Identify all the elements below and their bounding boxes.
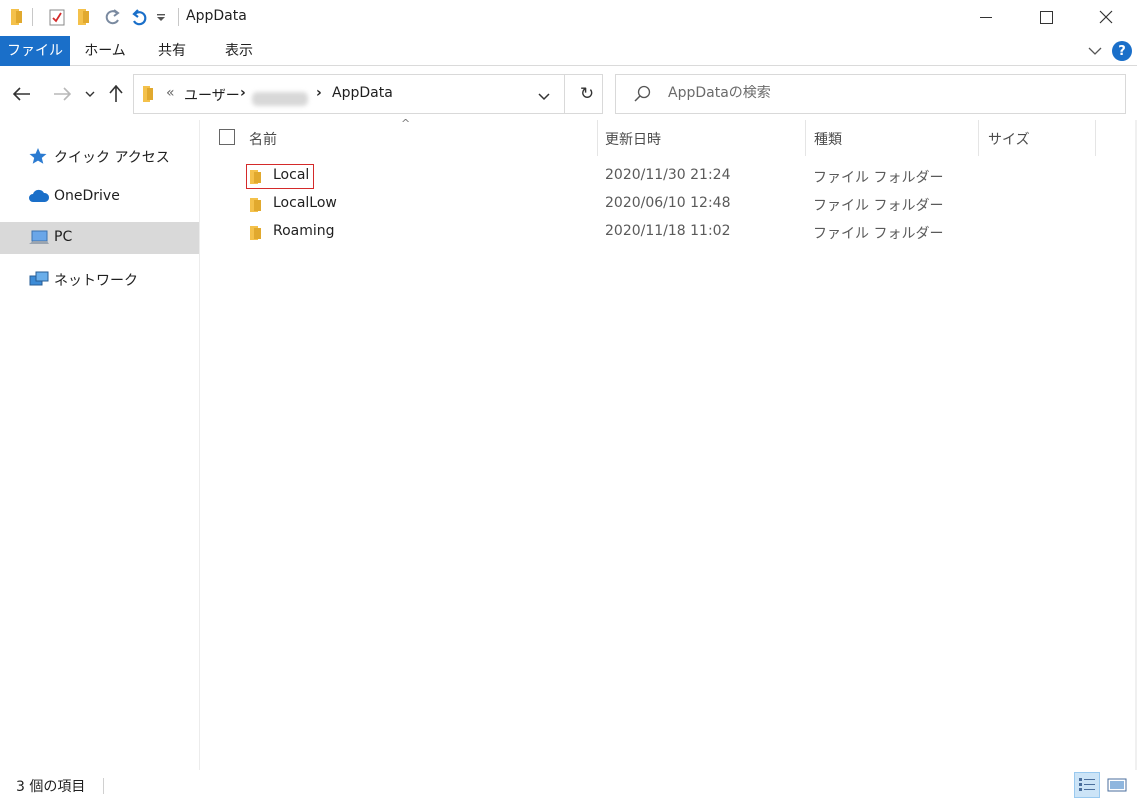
tab-view[interactable]: 表示 — [210, 36, 268, 66]
ribbon: ファイル ホーム 共有 表示 ? — [0, 36, 1137, 66]
close-icon — [1099, 10, 1113, 24]
breadcrumb-overflow[interactable]: « — [166, 85, 175, 101]
file-modified: 2020/06/10 12:48 — [605, 195, 731, 211]
column-divider[interactable] — [1095, 120, 1096, 156]
column-header-label: 種類 — [814, 132, 842, 148]
status-bar: 3 個の項目 — [0, 770, 1137, 800]
tab-home[interactable]: ホーム — [76, 36, 134, 66]
file-type: ファイル フォルダー — [813, 226, 944, 242]
new-folder-icon[interactable] — [74, 6, 94, 28]
sidebar-item-label: PC — [54, 229, 73, 245]
computer-icon — [28, 229, 49, 247]
minimize-icon — [980, 17, 992, 18]
back-button[interactable] — [10, 80, 34, 108]
column-header-size[interactable]: サイズ — [979, 120, 1095, 156]
arrow-left-icon — [13, 87, 30, 101]
file-name: LocalLow — [273, 195, 337, 211]
arrow-right-icon — [54, 87, 71, 101]
column-header-label: 名前 — [249, 132, 277, 148]
tab-file[interactable]: ファイル — [0, 36, 70, 66]
close-button[interactable] — [1076, 0, 1136, 34]
properties-icon[interactable] — [46, 6, 68, 28]
file-modified: 2020/11/30 21:24 — [605, 167, 731, 183]
breadcrumb-separator[interactable]: › — [316, 85, 322, 101]
column-header-type[interactable]: 種類 — [806, 120, 978, 156]
network-icon — [28, 270, 49, 288]
column-header-name[interactable]: ^ 名前 — [201, 117, 597, 156]
navigation-pane: クイック アクセス OneDrive PC ネットワーク — [0, 120, 200, 770]
file-type: ファイル フォルダー — [813, 198, 944, 214]
title-bar: AppData — [0, 0, 1137, 36]
chevron-down-icon — [1088, 47, 1102, 55]
sidebar-item-label: ネットワーク — [54, 273, 138, 289]
arrow-up-icon — [109, 85, 123, 102]
search-box[interactable] — [615, 74, 1126, 114]
search-input[interactable] — [668, 85, 1108, 101]
window-title: AppData — [186, 8, 247, 24]
ribbon-expand-button[interactable] — [1086, 42, 1104, 60]
minimize-button[interactable] — [956, 0, 1016, 34]
redo-icon[interactable] — [102, 6, 124, 28]
up-button[interactable] — [104, 80, 128, 108]
table-row[interactable]: Local 2020/11/30 21:24 ファイル フォルダー — [201, 163, 1137, 191]
recent-locations-button[interactable] — [80, 80, 100, 108]
large-icons-view-icon — [1107, 778, 1127, 792]
maximize-button[interactable] — [1016, 0, 1076, 34]
large-icons-view-button[interactable] — [1104, 772, 1130, 798]
sort-ascending-icon: ^ — [401, 117, 411, 130]
file-list: ^ 名前 更新日時 種類 サイズ Local 2020/11/30 21:24 … — [201, 117, 1137, 770]
breadcrumb-current[interactable]: AppData — [332, 85, 393, 101]
sidebar-item-quick-access[interactable]: クイック アクセス — [0, 140, 199, 172]
column-header-modified[interactable]: 更新日時 — [598, 120, 805, 156]
toolbar-separator — [32, 8, 33, 26]
address-separator — [564, 75, 565, 113]
breadcrumb-users[interactable]: ユーザー — [184, 85, 240, 105]
tab-share[interactable]: 共有 — [144, 36, 200, 66]
refresh-button[interactable]: ↻ — [572, 81, 602, 107]
column-header-label: サイズ — [988, 132, 1030, 148]
sidebar-item-network[interactable]: ネットワーク — [0, 263, 199, 295]
customize-toolbar-icon[interactable] — [154, 6, 168, 28]
maximize-icon — [1039, 10, 1053, 24]
undo-icon[interactable] — [128, 6, 150, 28]
star-icon — [28, 147, 48, 165]
chevron-down-icon — [538, 93, 550, 101]
breadcrumb-separator[interactable]: › — [240, 85, 246, 101]
folder-icon — [249, 169, 265, 185]
file-modified: 2020/11/18 11:02 — [605, 223, 731, 239]
sidebar-item-label: OneDrive — [54, 188, 120, 204]
address-dropdown-button[interactable] — [538, 89, 550, 105]
details-view-button[interactable] — [1074, 772, 1100, 798]
file-name: Local — [273, 167, 310, 183]
details-view-icon — [1079, 778, 1095, 791]
forward-button[interactable] — [50, 80, 74, 108]
breadcrumb-user-folder-redacted[interactable] — [252, 92, 308, 106]
folder-icon — [8, 6, 26, 28]
file-name: Roaming — [273, 223, 335, 239]
navigation-bar: « ユーザー › › AppData ↻ — [0, 66, 1137, 120]
search-icon — [634, 85, 652, 107]
sidebar-item-label: クイック アクセス — [54, 150, 170, 166]
select-all-checkbox[interactable] — [219, 129, 235, 145]
folder-icon — [249, 197, 265, 213]
sidebar-item-onedrive[interactable]: OneDrive — [0, 181, 199, 213]
table-row[interactable]: Roaming 2020/11/18 11:02 ファイル フォルダー — [201, 219, 1137, 247]
address-bar[interactable]: « ユーザー › › AppData ↻ — [133, 74, 603, 114]
cloud-icon — [28, 188, 50, 206]
column-header-label: 更新日時 — [605, 132, 661, 148]
file-type: ファイル フォルダー — [813, 170, 944, 186]
help-icon[interactable]: ? — [1112, 41, 1132, 61]
sidebar-item-pc[interactable]: PC — [0, 222, 199, 254]
toolbar-separator — [178, 8, 179, 26]
item-count: 3 個の項目 — [16, 779, 86, 795]
folder-icon — [142, 85, 154, 107]
folder-icon — [249, 225, 265, 241]
chevron-down-icon — [85, 91, 95, 97]
table-row[interactable]: LocalLow 2020/06/10 12:48 ファイル フォルダー — [201, 191, 1137, 219]
status-separator — [103, 778, 104, 794]
